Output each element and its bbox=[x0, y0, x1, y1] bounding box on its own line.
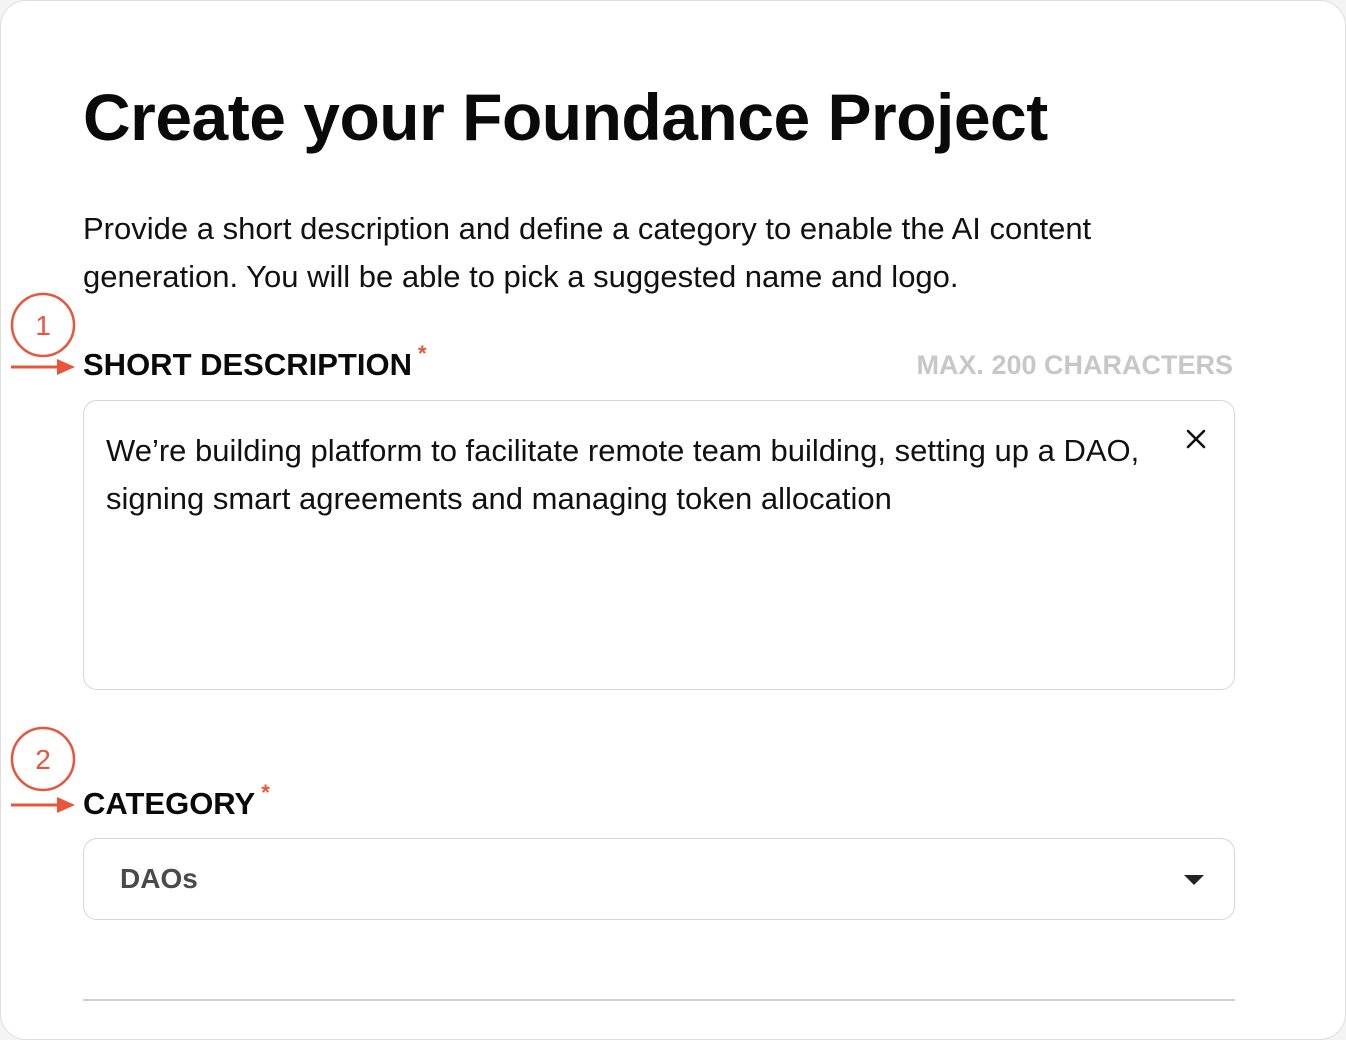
step-1-number: 1 bbox=[35, 310, 51, 341]
short-description-textarea[interactable]: We’re building platform to facilitate re… bbox=[83, 400, 1235, 690]
category-label: CATEGORY * bbox=[83, 780, 270, 827]
step-1-annotation-icon: 1 bbox=[10, 292, 76, 375]
category-label-text: CATEGORY bbox=[83, 786, 256, 821]
max-characters-hint: MAX. 200 CHARACTERS bbox=[916, 350, 1233, 380]
step-2-annotation-icon: 2 bbox=[10, 726, 76, 813]
required-asterisk: * bbox=[417, 341, 427, 366]
page-title: Create your Foundance Project bbox=[83, 80, 1048, 154]
category-selected-value[interactable]: DAOs bbox=[120, 859, 198, 899]
intro-text: Provide a short description and define a… bbox=[83, 211, 1092, 294]
short-description-value[interactable]: We’re building platform to facilitate re… bbox=[106, 427, 1146, 523]
short-description-label: SHORT DESCRIPTION * bbox=[83, 341, 427, 388]
short-description-label-text: SHORT DESCRIPTION bbox=[83, 347, 412, 382]
close-icon[interactable] bbox=[1182, 425, 1210, 453]
caret-down-icon[interactable] bbox=[1184, 875, 1204, 885]
step-2-number: 2 bbox=[35, 744, 51, 775]
section-divider bbox=[83, 999, 1235, 1001]
category-select[interactable]: DAOs bbox=[83, 838, 1235, 920]
project-form-card: Create your Foundance Project Provide a … bbox=[0, 0, 1346, 1040]
required-asterisk: * bbox=[261, 780, 270, 805]
